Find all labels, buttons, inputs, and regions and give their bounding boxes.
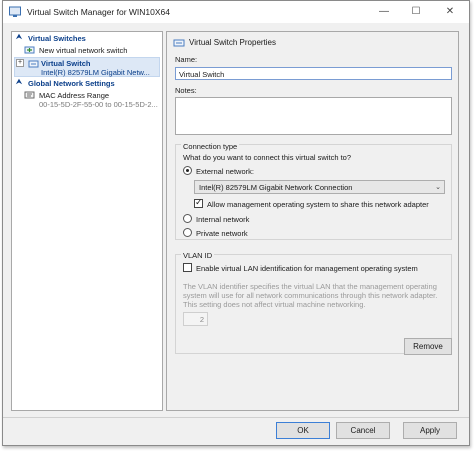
switch-name-label: Virtual Switch [41,59,91,68]
switch-adapter-label: Intel(R) 82579LM Gigabit Netw... [41,68,150,77]
external-network-label: External network: [196,167,254,176]
internal-network-radio[interactable] [183,214,192,223]
private-network-radio[interactable] [183,228,192,237]
title-bar[interactable]: Virtual Switch Manager for WIN10X64 — ☐ … [3,1,469,23]
remove-button[interactable]: Remove [404,338,452,355]
connection-type-label: Connection type [181,142,240,151]
tree-item-virtual-switch[interactable]: + Virtual Switch Intel(R) 82579LM Gigabi… [14,57,160,77]
network-adapter-select[interactable]: Intel(R) 82579LM Gigabit Network Connect… [194,180,445,194]
internal-network-label: Internal network [196,215,250,224]
expand-icon[interactable]: + [16,59,24,67]
notes-textarea[interactable] [175,97,452,135]
switch-properties-icon [173,39,185,47]
switch-icon [28,60,39,68]
virtual-switch-manager-window: Virtual Switch Manager for WIN10X64 — ☐ … [2,0,470,446]
collapse-chevron-icon[interactable]: ⮝ [16,34,22,42]
vlan-enable-checkbox[interactable] [183,263,192,272]
maximize-button[interactable]: ☐ [401,1,431,23]
section-global-network-settings[interactable]: ⮝ Global Network Settings [14,79,160,90]
name-input[interactable]: Virtual Switch [175,67,452,80]
collapse-chevron-icon[interactable]: ⮝ [16,79,22,87]
vlan-enable-label: Enable virtual LAN identification for ma… [196,264,418,273]
properties-title: Virtual Switch Properties [189,38,276,47]
cancel-button[interactable]: Cancel [336,422,390,439]
vlan-id-input: 2 [183,312,208,326]
apply-button[interactable]: Apply [403,422,457,439]
minimize-button[interactable]: — [369,1,399,23]
tree-item-mac-address-range[interactable]: MAC Address Range 00-15-5D-2F-55-00 to 0… [14,90,160,110]
chevron-down-icon: ⌄ [435,184,441,191]
mac-range-label: MAC Address Range [39,91,110,100]
hyperv-app-icon [9,6,21,17]
new-switch-icon [24,46,35,54]
close-button[interactable]: ✕ [435,1,465,23]
mac-address-icon [24,91,35,99]
name-label: Name: [175,55,198,64]
section-label: Virtual Switches [28,34,86,43]
section-virtual-switches[interactable]: ⮝ Virtual Switches [14,34,160,45]
mac-range-value: 00-15-5D-2F-55-00 to 00-15-5D-2... [39,100,158,109]
section-label: Global Network Settings [28,79,115,88]
vlan-help-text: The VLAN identifier specifies the virtua… [183,282,438,309]
private-network-label: Private network [196,229,248,238]
adapter-selected-value: Intel(R) 82579LM Gigabit Network Connect… [199,183,353,192]
vlan-id-label: VLAN ID [181,251,215,260]
navigation-tree[interactable]: ⮝ Virtual Switches New virtual network s… [11,31,163,411]
window-title: Virtual Switch Manager for WIN10X64 [27,7,170,17]
footer-divider [3,417,469,418]
ok-button[interactable]: OK [276,422,330,439]
new-switch-label: New virtual network switch [39,46,128,55]
allow-management-label: Allow management operating system to sha… [207,200,429,209]
properties-pane: Virtual Switch Properties Name: Virtual … [166,31,459,411]
external-network-radio[interactable] [183,166,192,175]
allow-management-checkbox[interactable] [194,197,203,208]
tree-item-new-switch[interactable]: New virtual network switch [14,45,160,57]
notes-label: Notes: [175,86,197,95]
connection-question: What do you want to connect this virtual… [183,153,351,162]
